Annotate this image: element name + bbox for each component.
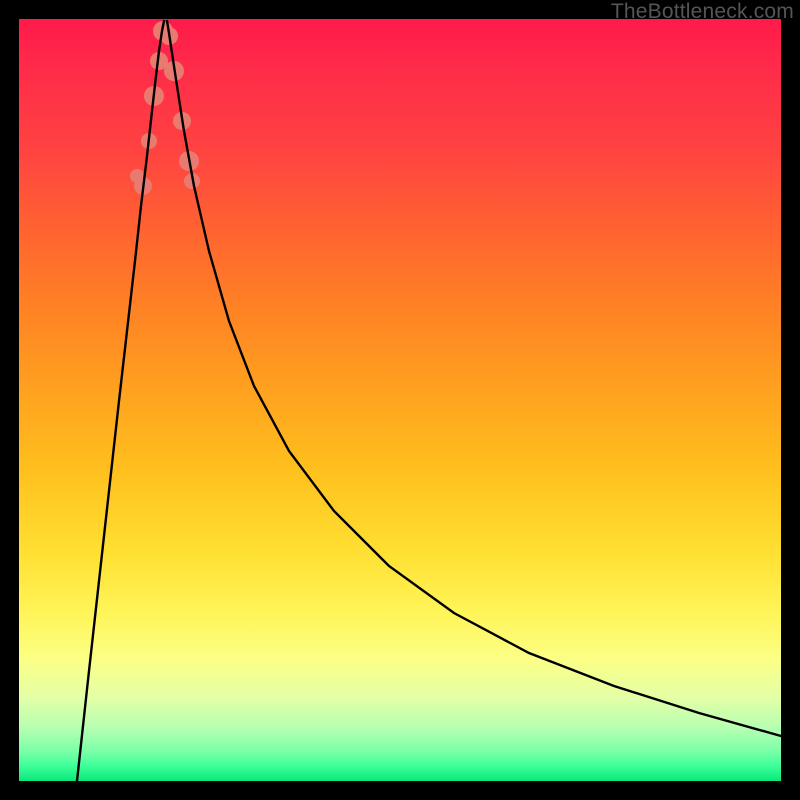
curve-right-branch xyxy=(167,21,781,736)
chart-frame: TheBottleneck.com xyxy=(0,0,800,800)
curve-layer xyxy=(19,19,781,781)
highlight-markers xyxy=(130,21,200,195)
marker-dot xyxy=(130,169,144,183)
plot-area xyxy=(19,19,781,781)
watermark-text: TheBottleneck.com xyxy=(611,0,794,24)
